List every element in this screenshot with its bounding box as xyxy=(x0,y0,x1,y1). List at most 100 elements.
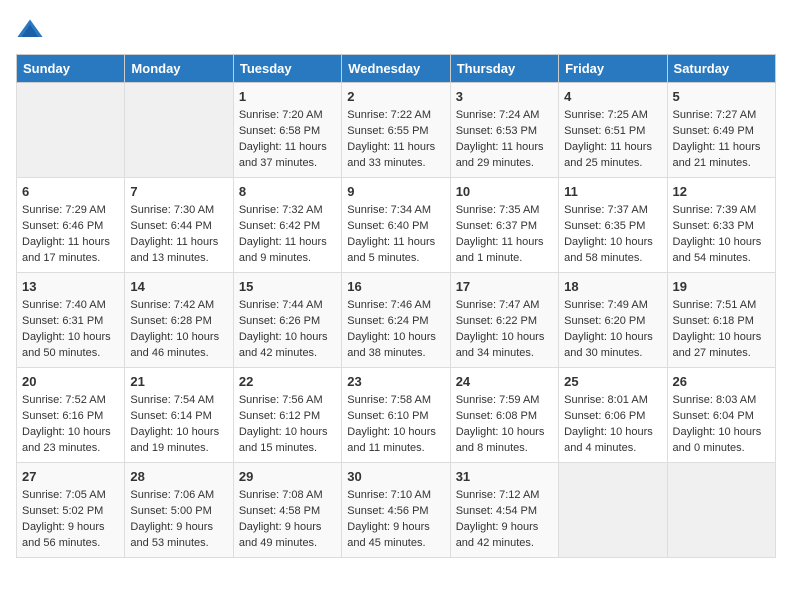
cell-info: Sunrise: 7:30 AM Sunset: 6:44 PM Dayligh… xyxy=(130,203,227,267)
cell-info: Sunrise: 7:37 AM Sunset: 6:35 PM Dayligh… xyxy=(564,203,661,267)
calendar-cell: 5 Sunrise: 7:27 AM Sunset: 6:49 PM Daylig… xyxy=(667,83,775,178)
cell-day-number: 7 xyxy=(130,183,227,201)
calendar-cell xyxy=(559,462,667,557)
week-row-5: 27 Sunrise: 7:05 AM Sunset: 5:02 PM Dayli… xyxy=(17,462,776,557)
calendar-cell: 6 Sunrise: 7:29 AM Sunset: 6:46 PM Daylig… xyxy=(17,177,125,272)
cell-day-number: 16 xyxy=(347,278,444,296)
cell-day-number: 15 xyxy=(239,278,336,296)
calendar-cell: 15 Sunrise: 7:44 AM Sunset: 6:26 PM Dayli… xyxy=(233,272,341,367)
calendar-cell xyxy=(125,83,233,178)
cell-info: Sunrise: 7:29 AM Sunset: 6:46 PM Dayligh… xyxy=(22,203,119,267)
cell-day-number: 25 xyxy=(564,373,661,391)
cell-info: Sunrise: 7:40 AM Sunset: 6:31 PM Dayligh… xyxy=(22,298,119,362)
calendar-cell: 17 Sunrise: 7:47 AM Sunset: 6:22 PM Dayli… xyxy=(450,272,558,367)
cell-day-number: 13 xyxy=(22,278,119,296)
calendar-cell: 2Sunrise: 7:22 AM Sunset: 6:55 PM Daylig… xyxy=(342,83,450,178)
calendar-cell: 27 Sunrise: 7:05 AM Sunset: 5:02 PM Dayli… xyxy=(17,462,125,557)
cell-info: Sunrise: 8:03 AM Sunset: 6:04 PM Dayligh… xyxy=(673,393,770,457)
cell-info: Sunrise: 7:44 AM Sunset: 6:26 PM Dayligh… xyxy=(239,298,336,362)
calendar-cell: 23 Sunrise: 7:58 AM Sunset: 6:10 PM Dayli… xyxy=(342,367,450,462)
day-header-thursday: Thursday xyxy=(450,55,558,83)
cell-info: Sunrise: 7:08 AM Sunset: 4:58 PM Dayligh… xyxy=(239,488,336,552)
cell-day-number: 23 xyxy=(347,373,444,391)
calendar-cell: 13 Sunrise: 7:40 AM Sunset: 6:31 PM Dayli… xyxy=(17,272,125,367)
cell-info: Sunrise: 7:20 AM Sunset: 6:58 PM Dayligh… xyxy=(239,108,336,172)
cell-info: Sunrise: 7:05 AM Sunset: 5:02 PM Dayligh… xyxy=(22,488,119,552)
cell-info: Sunrise: 7:10 AM Sunset: 4:56 PM Dayligh… xyxy=(347,488,444,552)
calendar-cell: 31 Sunrise: 7:12 AM Sunset: 4:54 PM Dayli… xyxy=(450,462,558,557)
cell-day-number: 6 xyxy=(22,183,119,201)
calendar-cell: 28Sunrise: 7:06 AM Sunset: 5:00 PM Dayli… xyxy=(125,462,233,557)
calendar-cell: 8 Sunrise: 7:32 AM Sunset: 6:42 PM Daylig… xyxy=(233,177,341,272)
cell-info: Sunrise: 7:59 AM Sunset: 6:08 PM Dayligh… xyxy=(456,393,553,457)
cell-info: Sunrise: 7:24 AM Sunset: 6:53 PM Dayligh… xyxy=(456,108,553,172)
calendar-cell xyxy=(17,83,125,178)
cell-day-number: 26 xyxy=(673,373,770,391)
cell-day-number: 27 xyxy=(22,468,119,486)
day-header-saturday: Saturday xyxy=(667,55,775,83)
cell-info: Sunrise: 7:12 AM Sunset: 4:54 PM Dayligh… xyxy=(456,488,553,552)
cell-info: Sunrise: 7:39 AM Sunset: 6:33 PM Dayligh… xyxy=(673,203,770,267)
cell-day-number: 30 xyxy=(347,468,444,486)
day-header-monday: Monday xyxy=(125,55,233,83)
day-header-wednesday: Wednesday xyxy=(342,55,450,83)
calendar-cell: 18 Sunrise: 7:49 AM Sunset: 6:20 PM Dayli… xyxy=(559,272,667,367)
cell-info: Sunrise: 7:47 AM Sunset: 6:22 PM Dayligh… xyxy=(456,298,553,362)
day-header-sunday: Sunday xyxy=(17,55,125,83)
cell-info: Sunrise: 7:54 AM Sunset: 6:14 PM Dayligh… xyxy=(130,393,227,457)
cell-day-number: 24 xyxy=(456,373,553,391)
cell-info: Sunrise: 7:25 AM Sunset: 6:51 PM Dayligh… xyxy=(564,108,661,172)
cell-day-number: 31 xyxy=(456,468,553,486)
week-row-3: 13 Sunrise: 7:40 AM Sunset: 6:31 PM Dayli… xyxy=(17,272,776,367)
cell-day-number: 11 xyxy=(564,183,661,201)
header xyxy=(16,16,776,44)
calendar-cell: 1Sunrise: 7:20 AM Sunset: 6:58 PM Daylig… xyxy=(233,83,341,178)
cell-day-number: 3 xyxy=(456,88,553,106)
calendar-cell: 4Sunrise: 7:25 AM Sunset: 6:51 PM Daylig… xyxy=(559,83,667,178)
calendar-cell: 7 Sunrise: 7:30 AM Sunset: 6:44 PM Daylig… xyxy=(125,177,233,272)
cell-day-number: 19 xyxy=(673,278,770,296)
cell-info: Sunrise: 7:35 AM Sunset: 6:37 PM Dayligh… xyxy=(456,203,553,267)
cell-day-number: 5 xyxy=(673,88,770,106)
calendar-cell: 20 Sunrise: 7:52 AM Sunset: 6:16 PM Dayli… xyxy=(17,367,125,462)
cell-info: Sunrise: 7:51 AM Sunset: 6:18 PM Dayligh… xyxy=(673,298,770,362)
cell-info: Sunrise: 7:34 AM Sunset: 6:40 PM Dayligh… xyxy=(347,203,444,267)
calendar-cell: 22 Sunrise: 7:56 AM Sunset: 6:12 PM Dayli… xyxy=(233,367,341,462)
cell-info: Sunrise: 7:42 AM Sunset: 6:28 PM Dayligh… xyxy=(130,298,227,362)
calendar-cell: 16Sunrise: 7:46 AM Sunset: 6:24 PM Dayli… xyxy=(342,272,450,367)
calendar-cell: 14 Sunrise: 7:42 AM Sunset: 6:28 PM Dayli… xyxy=(125,272,233,367)
cell-info: Sunrise: 7:58 AM Sunset: 6:10 PM Dayligh… xyxy=(347,393,444,457)
calendar-cell xyxy=(667,462,775,557)
calendar-cell: 19 Sunrise: 7:51 AM Sunset: 6:18 PM Dayli… xyxy=(667,272,775,367)
week-row-2: 6 Sunrise: 7:29 AM Sunset: 6:46 PM Daylig… xyxy=(17,177,776,272)
cell-day-number: 9 xyxy=(347,183,444,201)
cell-day-number: 14 xyxy=(130,278,227,296)
cell-day-number: 17 xyxy=(456,278,553,296)
cell-info: Sunrise: 7:52 AM Sunset: 6:16 PM Dayligh… xyxy=(22,393,119,457)
calendar-cell: 11 Sunrise: 7:37 AM Sunset: 6:35 PM Dayli… xyxy=(559,177,667,272)
logo xyxy=(16,16,48,44)
cell-day-number: 8 xyxy=(239,183,336,201)
week-row-4: 20 Sunrise: 7:52 AM Sunset: 6:16 PM Dayli… xyxy=(17,367,776,462)
cell-day-number: 22 xyxy=(239,373,336,391)
calendar-cell: 10 Sunrise: 7:35 AM Sunset: 6:37 PM Dayli… xyxy=(450,177,558,272)
cell-day-number: 2 xyxy=(347,88,444,106)
calendar-cell: 29 Sunrise: 7:08 AM Sunset: 4:58 PM Dayli… xyxy=(233,462,341,557)
cell-day-number: 18 xyxy=(564,278,661,296)
cell-info: Sunrise: 8:01 AM Sunset: 6:06 PM Dayligh… xyxy=(564,393,661,457)
cell-day-number: 12 xyxy=(673,183,770,201)
calendar-cell: 26 Sunrise: 8:03 AM Sunset: 6:04 PM Dayli… xyxy=(667,367,775,462)
cell-info: Sunrise: 7:49 AM Sunset: 6:20 PM Dayligh… xyxy=(564,298,661,362)
cell-info: Sunrise: 7:06 AM Sunset: 5:00 PM Dayligh… xyxy=(130,488,227,552)
cell-day-number: 20 xyxy=(22,373,119,391)
cell-day-number: 29 xyxy=(239,468,336,486)
cell-info: Sunrise: 7:56 AM Sunset: 6:12 PM Dayligh… xyxy=(239,393,336,457)
calendar-cell: 25 Sunrise: 8:01 AM Sunset: 6:06 PM Dayli… xyxy=(559,367,667,462)
day-header-friday: Friday xyxy=(559,55,667,83)
calendar-cell: 24 Sunrise: 7:59 AM Sunset: 6:08 PM Dayli… xyxy=(450,367,558,462)
cell-day-number: 21 xyxy=(130,373,227,391)
cell-info: Sunrise: 7:27 AM Sunset: 6:49 PM Dayligh… xyxy=(673,108,770,172)
cell-day-number: 10 xyxy=(456,183,553,201)
cell-info: Sunrise: 7:32 AM Sunset: 6:42 PM Dayligh… xyxy=(239,203,336,267)
calendar-cell: 21 Sunrise: 7:54 AM Sunset: 6:14 PM Dayli… xyxy=(125,367,233,462)
